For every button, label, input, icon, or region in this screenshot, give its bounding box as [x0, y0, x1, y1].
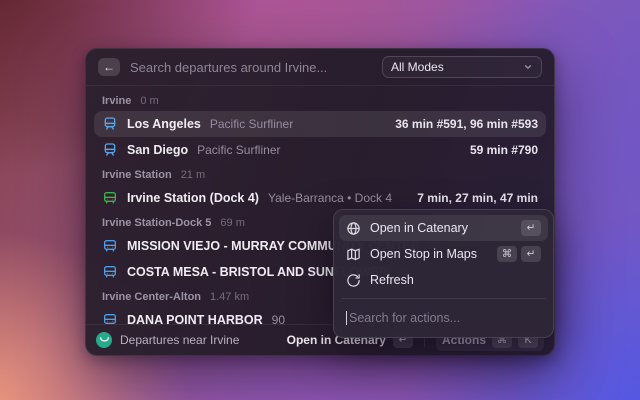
- globe-icon: [346, 221, 361, 236]
- command-key-badge: ⌘: [497, 246, 517, 262]
- section-distance: 1.47 km: [210, 291, 249, 303]
- actions-search-placeholder: Search for actions...: [349, 311, 460, 325]
- bus-icon: [102, 264, 118, 280]
- menu-item-label: Refresh: [370, 273, 414, 287]
- row-subtitle: Pacific Surfliner: [197, 143, 280, 157]
- section-title: Irvine Center-Alton: [102, 291, 201, 303]
- row-route-number: 90: [272, 313, 285, 324]
- return-key-badge: ↵: [521, 220, 541, 236]
- mode-filter-dropdown[interactable]: All Modes: [382, 56, 542, 78]
- return-key-badge: ↵: [521, 246, 541, 262]
- menu-item-refresh[interactable]: Refresh: [339, 267, 548, 293]
- train-icon: [102, 116, 118, 132]
- departure-row-irvine-station-dock4[interactable]: Irvine Station (Dock 4) Yale-Barranca • …: [94, 185, 546, 211]
- row-times: 59 min #790: [470, 143, 538, 157]
- row-subtitle: Yale-Barranca • Dock 4: [268, 191, 392, 205]
- back-button[interactable]: ←: [98, 58, 120, 76]
- row-title: Los Angeles: [127, 117, 201, 131]
- bus-icon: [102, 312, 118, 324]
- row-times: 36 min #591, 96 min #593: [395, 117, 538, 131]
- section-distance: 21 m: [181, 169, 205, 181]
- section-title: Irvine Station-Dock 5: [102, 217, 211, 229]
- train-icon: [102, 142, 118, 158]
- mode-filter-value: All Modes: [391, 60, 444, 74]
- bus-icon: [102, 190, 118, 206]
- actions-search-input[interactable]: Search for actions...: [339, 304, 548, 332]
- catenary-app-icon: [96, 332, 112, 348]
- menu-item-shortcut: ⌘ ↵: [497, 246, 541, 262]
- section-title: Irvine: [102, 95, 131, 107]
- row-title: Irvine Station (Dock 4): [127, 191, 259, 205]
- section-header: Irvine 0 m: [94, 89, 546, 111]
- row-title: DANA POINT HARBOR: [127, 313, 263, 324]
- refresh-icon: [346, 273, 361, 288]
- row-title: San Diego: [127, 143, 188, 157]
- section-header: Irvine Station 21 m: [94, 163, 546, 185]
- departure-row-san-diego[interactable]: San Diego Pacific Surfliner 59 min #790: [94, 137, 546, 163]
- chevron-down-icon: [523, 62, 533, 72]
- bus-icon: [102, 238, 118, 254]
- menu-item-shortcut: ↵: [521, 220, 541, 236]
- search-input[interactable]: Search departures around Irvine...: [130, 60, 372, 75]
- menu-item-label: Open in Catenary: [370, 221, 468, 235]
- text-caret: [346, 311, 347, 325]
- row-times: 7 min, 27 min, 47 min: [417, 191, 538, 205]
- section-title: Irvine Station: [102, 169, 172, 181]
- section-distance: 69 m: [220, 217, 244, 229]
- command-title: Departures near Irvine: [120, 333, 239, 347]
- map-icon: [346, 247, 361, 262]
- menu-item-open-in-catenary[interactable]: Open in Catenary ↵: [339, 215, 548, 241]
- menu-item-label: Open Stop in Maps: [370, 247, 477, 261]
- actions-menu: Open in Catenary ↵ Open Stop in Maps ⌘ ↵…: [333, 209, 554, 338]
- desktop-background: ← Search departures around Irvine... All…: [0, 0, 640, 400]
- menu-divider: [341, 298, 546, 299]
- search-bar: ← Search departures around Irvine... All…: [86, 49, 554, 86]
- section-distance: 0 m: [140, 95, 158, 107]
- menu-item-open-stop-in-maps[interactable]: Open Stop in Maps ⌘ ↵: [339, 241, 548, 267]
- row-subtitle: Pacific Surfliner: [210, 117, 293, 131]
- back-arrow-icon: ←: [103, 60, 115, 74]
- departure-row-los-angeles[interactable]: Los Angeles Pacific Surfliner 36 min #59…: [94, 111, 546, 137]
